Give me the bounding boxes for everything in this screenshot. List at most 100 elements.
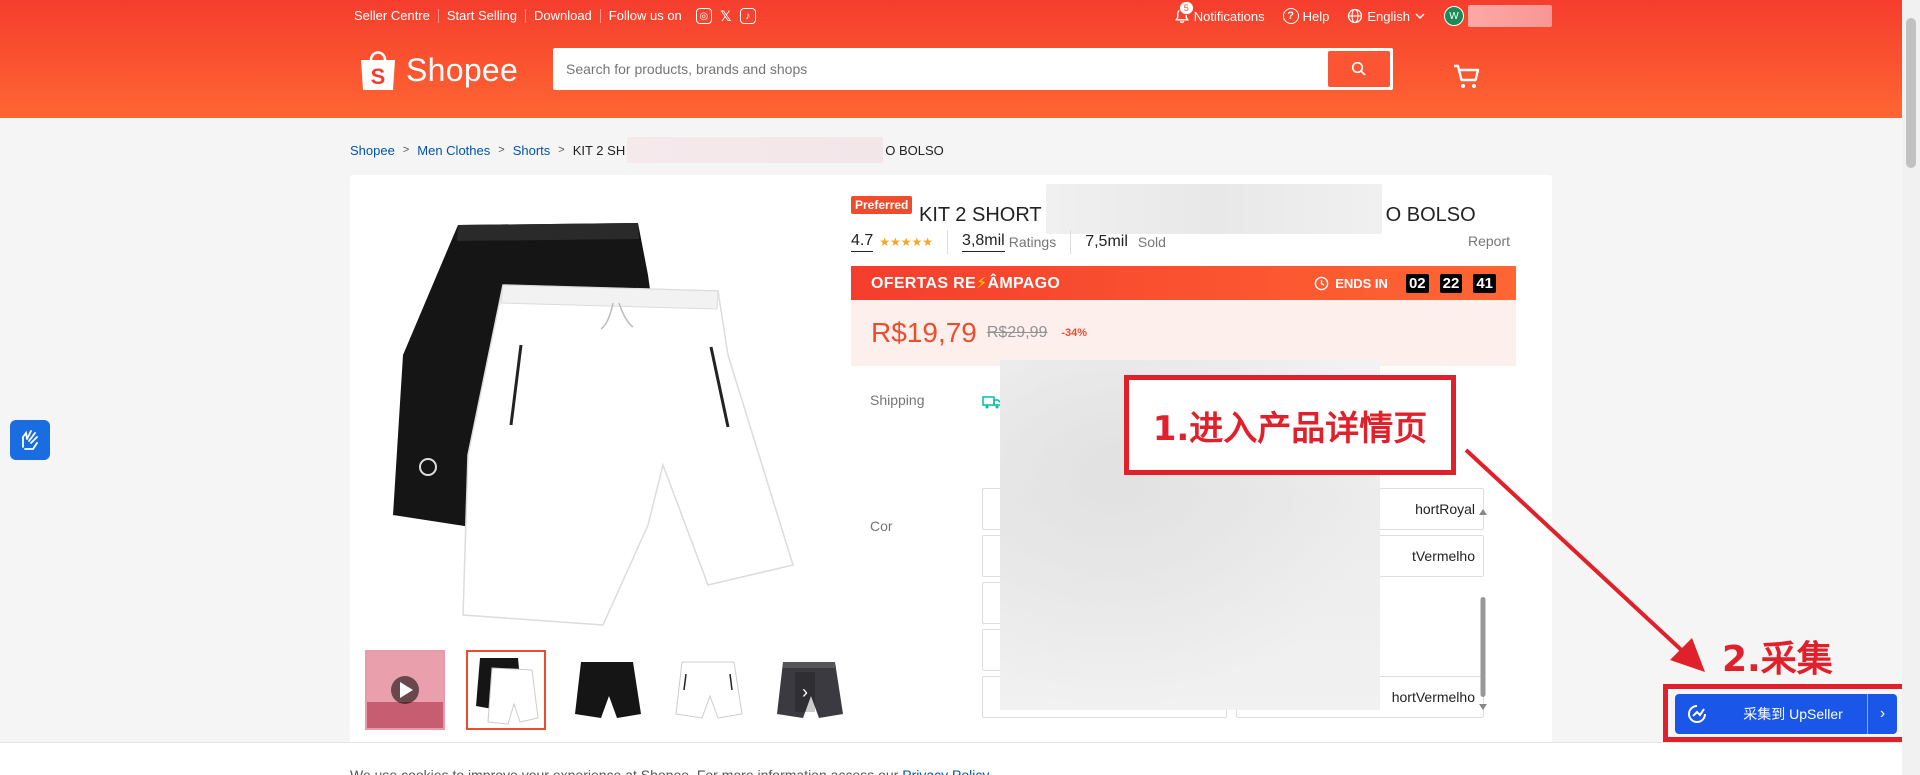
divider (1070, 230, 1072, 254)
seller-centre-link[interactable]: Seller Centre (350, 9, 439, 23)
ratings-label: Ratings (1008, 234, 1057, 250)
tiktok-icon[interactable]: ♪ (739, 8, 756, 24)
original-price: R$29,99 (986, 324, 1048, 341)
help-link[interactable]: ? Help (1282, 8, 1330, 24)
topnav-right: 5 Notifications ? Help English W (1156, 1, 1552, 27)
cart-icon[interactable] (1452, 62, 1482, 92)
variant-label: hortRoyal (1415, 501, 1475, 517)
thumb-image (575, 662, 641, 718)
username-redacted (1468, 5, 1552, 27)
chevron-right-icon[interactable]: › (1867, 694, 1897, 734)
clock-icon (1314, 276, 1329, 290)
product-title-end: O BOLSO (1385, 203, 1476, 226)
chevron-right-icon: > (558, 144, 565, 156)
ends-in-label: ENDS IN (1335, 275, 1388, 291)
product-title-start: KIT 2 SHORT (919, 203, 1042, 226)
start-selling-link[interactable]: Start Selling (439, 9, 526, 23)
upseller-collect-button[interactable]: 采集到 UpSeller › (1675, 694, 1897, 734)
search-button[interactable] (1328, 51, 1390, 87)
timer-seconds: 41 (1473, 273, 1496, 293)
privacy-policy-link[interactable]: Privacy Policy (902, 767, 989, 775)
shopee-logo[interactable]: S Shopee (358, 48, 518, 92)
breadcrumb-current-end: O BOLSO (885, 142, 944, 158)
breadcrumb-shorts[interactable]: Shorts (513, 143, 551, 158)
shipping-label: Shipping (870, 392, 925, 408)
upseller-label: 采集到 UpSeller (1743, 706, 1843, 722)
breadcrumb-current-start: KIT 2 SH (572, 142, 626, 158)
accessibility-widget[interactable] (10, 420, 50, 460)
chevron-right-icon: > (498, 144, 505, 156)
svg-text:S: S (371, 64, 386, 89)
instagram-icon[interactable]: ◎ (695, 8, 712, 24)
site-header: Seller Centre Start Selling Download Fol… (0, 0, 1902, 118)
video-thumb-image (367, 652, 443, 728)
variant-scrollbar[interactable] (1478, 505, 1488, 710)
topnav-left: Seller Centre Start Selling Download Fol… (350, 8, 756, 24)
x-twitter-icon[interactable]: 𝕏 (718, 8, 734, 24)
truck-icon (982, 396, 1002, 409)
thumbnail-video[interactable] (365, 650, 445, 730)
thumbnail-1[interactable] (466, 650, 546, 730)
flash-sale-bar: OFERTAS RE⚡ÂMPAGO ENDS IN 02 22 41 (851, 266, 1516, 300)
account-menu[interactable]: W (1444, 5, 1552, 27)
bell-icon: 5 (1174, 1, 1194, 24)
variant-label: hortVermelho (1391, 689, 1475, 705)
download-link[interactable]: Download (526, 9, 601, 23)
thumb-image (476, 658, 539, 725)
sold-count: 7,5mil (1085, 233, 1128, 250)
help-icon: ? (1282, 8, 1299, 24)
scrollbar-thumb[interactable] (1906, 18, 1916, 168)
follow-us-label: Follow us on (608, 8, 682, 23)
sold-label: Sold (1137, 234, 1166, 250)
page-scrollbar[interactable] (1902, 0, 1920, 775)
thumbnail-3[interactable] (668, 650, 748, 730)
sign-language-icon (22, 430, 38, 450)
chevron-down-icon (1415, 13, 1425, 19)
thumbnail-strip (365, 650, 849, 730)
thumb-next-button[interactable]: › (795, 672, 815, 712)
rating-value[interactable]: 4.7 (851, 232, 874, 252)
breadcrumb: Shopee > Men Clothes > Shorts > KIT 2 SH… (350, 137, 944, 163)
thumb-image (675, 661, 743, 719)
chevron-right-icon: > (402, 144, 410, 156)
ratings-count[interactable]: 3,8mil (962, 232, 1005, 252)
product-main-image[interactable] (373, 205, 803, 630)
annotation-step1: 1.进入产品详情页 (1124, 375, 1456, 475)
countdown: ENDS IN 02 22 41 (1314, 273, 1496, 293)
help-label: Help (1302, 8, 1330, 24)
divider (947, 230, 949, 254)
flash-sale-title: OFERTAS RE⚡ÂMPAGO (871, 273, 1060, 293)
title-redacted (1045, 184, 1382, 234)
flash-title-b: ÂMPAGO (987, 275, 1061, 292)
thumbnail-2[interactable] (567, 650, 647, 730)
cookie-text-line: We use cookies to improve your experienc… (350, 767, 989, 775)
language-selector[interactable]: English (1347, 8, 1426, 24)
language-label: English (1367, 8, 1410, 24)
breadcrumb-men-clothes[interactable]: Men Clothes (417, 143, 490, 158)
breadcrumb-redacted (627, 137, 884, 163)
flash-title-a: OFERTAS RE (871, 275, 976, 292)
notification-count-badge: 5 (1178, 1, 1194, 15)
star-rating-icon: ★★★★★ (879, 235, 934, 249)
lightning-icon: ⚡ (975, 275, 988, 292)
preferred-badge: Preferred (851, 196, 913, 214)
breadcrumb-shopee[interactable]: Shopee (350, 143, 395, 158)
globe-icon (1348, 8, 1363, 24)
variant-label: tVermelho (1411, 548, 1475, 564)
rating-row: 4.7 ★★★★★ 3,8mil Ratings 7,5mil Sold (851, 230, 1166, 254)
upseller-logo-icon (1675, 704, 1719, 724)
search-icon (1351, 61, 1366, 76)
logo-text: Shopee (406, 51, 519, 88)
report-link[interactable]: Report (1468, 233, 1510, 249)
timer-hours: 02 (1405, 273, 1429, 293)
color-label: Cor (870, 518, 893, 534)
current-price: R$19,79 (871, 317, 977, 348)
search-input[interactable] (556, 61, 1328, 77)
product-title: KIT 2 SHORT O BOLSO (919, 184, 1476, 234)
shopee-bag-icon: S (361, 51, 395, 90)
top-navbar: Seller Centre Start Selling Download Fol… (350, 0, 1552, 32)
notifications-link[interactable]: 5 Notifications (1174, 1, 1265, 24)
price-box: R$19,79 R$29,99 -34% (851, 300, 1516, 366)
discount-badge: -34% (1061, 327, 1088, 339)
avatar: W (1444, 6, 1464, 26)
